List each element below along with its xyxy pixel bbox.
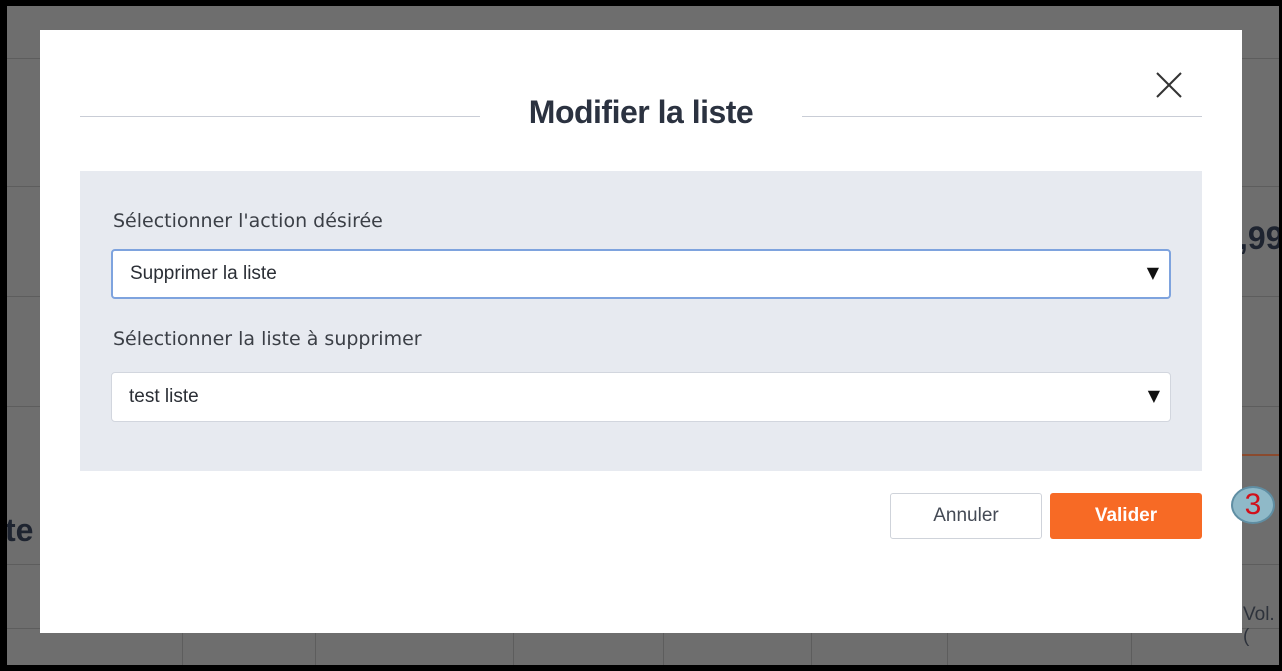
background-column-divider [1131,633,1132,665]
action-select[interactable]: Supprimer la liste ▼ [111,249,1171,299]
background-column-header: Vol.( [1243,604,1275,647]
background-column-divider [513,633,514,665]
chevron-down-icon: ▼ [1146,263,1159,282]
background-column-divider [182,633,183,665]
background-column-divider [315,633,316,665]
dialog-header: Modifier la liste [80,92,1202,140]
list-label: Sélectionner la liste à supprimer [113,328,422,350]
list-select[interactable]: test liste ▼ [111,372,1171,422]
background-column-divider [663,633,664,665]
form-panel: Sélectionner l'action désirée Supprimer … [80,171,1202,471]
background-column-divider [811,633,812,665]
action-label: Sélectionner l'action désirée [113,210,383,232]
chevron-down-icon: ▼ [1147,386,1160,405]
cancel-button[interactable]: Annuler [890,493,1042,539]
dialog-title: Modifier la liste [80,94,1202,131]
background-value: ,99 [1239,220,1279,256]
dialog-title-text: Modifier la liste [512,94,770,130]
close-button[interactable] [1152,68,1186,102]
list-select-value: test liste [129,386,199,407]
step-number-badge: 3 [1231,486,1275,524]
action-select-value: Supprimer la liste [130,263,277,284]
close-icon [1156,72,1182,98]
modify-list-dialog: Modifier la liste Sélectionner l'action … [40,30,1242,633]
background-heading: te [7,512,34,548]
background-column-divider [947,633,948,665]
validate-button[interactable]: Valider [1050,493,1202,539]
